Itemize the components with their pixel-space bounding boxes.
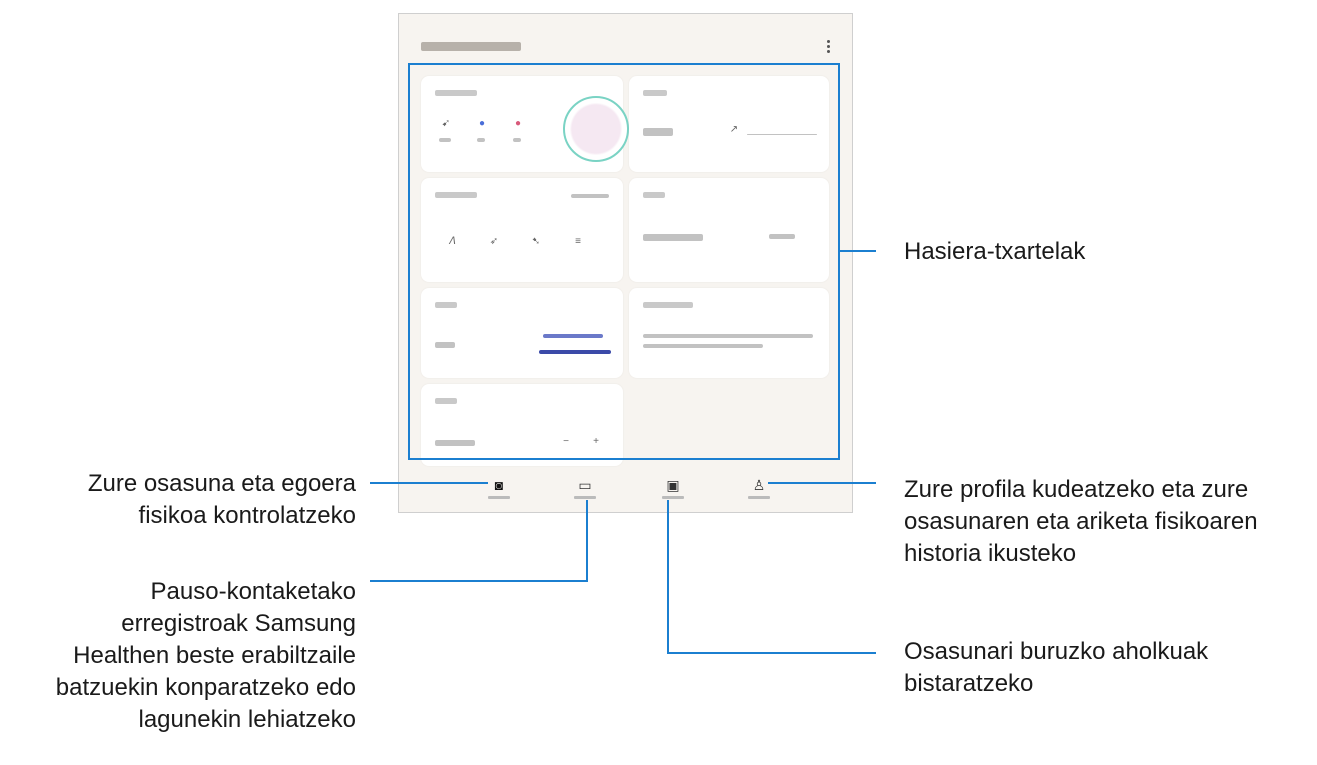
callout-line-home-tab (370, 482, 488, 484)
sleep-progress-bar (539, 350, 611, 354)
activity-ring (563, 96, 629, 162)
card-title (643, 302, 693, 308)
steps-progress (747, 134, 817, 135)
plus-icon[interactable]: + (591, 436, 601, 448)
label-my-page-tab: Zure profila kudeatzeko eta zure osasuna… (904, 476, 1258, 567)
flame-icon: ● (478, 118, 486, 129)
callout-line-home-cards (840, 250, 876, 252)
camera-icon: ◙ (494, 477, 504, 493)
sleep-value (435, 342, 455, 348)
activity-icon: ● (514, 118, 522, 129)
minus-icon[interactable]: − (561, 436, 571, 448)
card-title (643, 192, 665, 198)
walking-icon[interactable]: 𝛬 (447, 236, 457, 248)
weight-value (435, 440, 475, 446)
sleep-time (543, 334, 603, 338)
running-icon[interactable]: ➶ (489, 236, 499, 248)
steps-value (643, 128, 673, 136)
app-title (421, 42, 521, 51)
callout-line-my-page-tab (768, 482, 876, 484)
gallery-icon: ▣ (666, 477, 680, 493)
cycling-icon[interactable]: ➷ (531, 236, 541, 248)
walk-icon: ➹ (441, 118, 451, 129)
card-daily-activity[interactable]: ➹ ● ● (421, 76, 629, 172)
stat-value (513, 138, 521, 142)
tab-label (748, 496, 770, 499)
bottom-navigation: ◙ ▭ ▣ ♙ (399, 469, 852, 509)
record-button[interactable] (769, 234, 795, 239)
card-exercise[interactable]: 𝛬 ➶ ➷ ≡ (421, 178, 623, 282)
tab-discover[interactable]: ▣ (653, 477, 693, 509)
card-title (435, 302, 457, 308)
label-home-cards: Hasiera-txartelak (904, 238, 1086, 265)
card-sleep[interactable] (421, 288, 623, 378)
together-text (643, 334, 813, 338)
callout-line-discover-tab (667, 652, 876, 654)
card-title (435, 90, 477, 96)
chat-icon: ▭ (578, 477, 592, 493)
callout-line-together-tab-v (586, 500, 588, 582)
steps-icon: ↗ (729, 124, 739, 135)
callout-line-together-tab (370, 580, 588, 582)
tab-label (488, 496, 510, 499)
card-food[interactable] (629, 178, 829, 282)
phone-screen: ➹ ● ● ↗ 𝛬 ➶ ➷ ≡ − + ◙ ▭ ▣ ♙ (398, 13, 853, 513)
stat-value (477, 138, 485, 142)
tab-together[interactable]: ▭ (565, 477, 605, 509)
stat-value (439, 138, 451, 142)
label-discover-tab: Osasunari buruzko aholkuak bistaratzeko (904, 638, 1209, 697)
more-exercise-icon[interactable]: ≡ (573, 236, 583, 248)
tab-label (662, 496, 684, 499)
food-value (643, 234, 703, 241)
label-home-tab: Zure osasuna eta egoera fisikoa kontrola… (87, 470, 356, 529)
tab-label (574, 496, 596, 499)
person-icon: ♙ (752, 477, 766, 493)
card-weight[interactable]: − + (421, 384, 623, 466)
together-text (643, 344, 763, 348)
callout-line-discover-tab-v (667, 500, 669, 654)
card-title (435, 398, 457, 404)
card-steps[interactable]: ↗ (629, 76, 829, 172)
label-together-tab: Pauso-kontaketako erregistroak Samsung H… (55, 578, 356, 733)
card-title (643, 90, 667, 96)
card-title (435, 192, 477, 198)
more-options-icon[interactable] (827, 40, 831, 54)
view-all-link[interactable] (571, 194, 609, 198)
card-together[interactable] (629, 288, 829, 378)
